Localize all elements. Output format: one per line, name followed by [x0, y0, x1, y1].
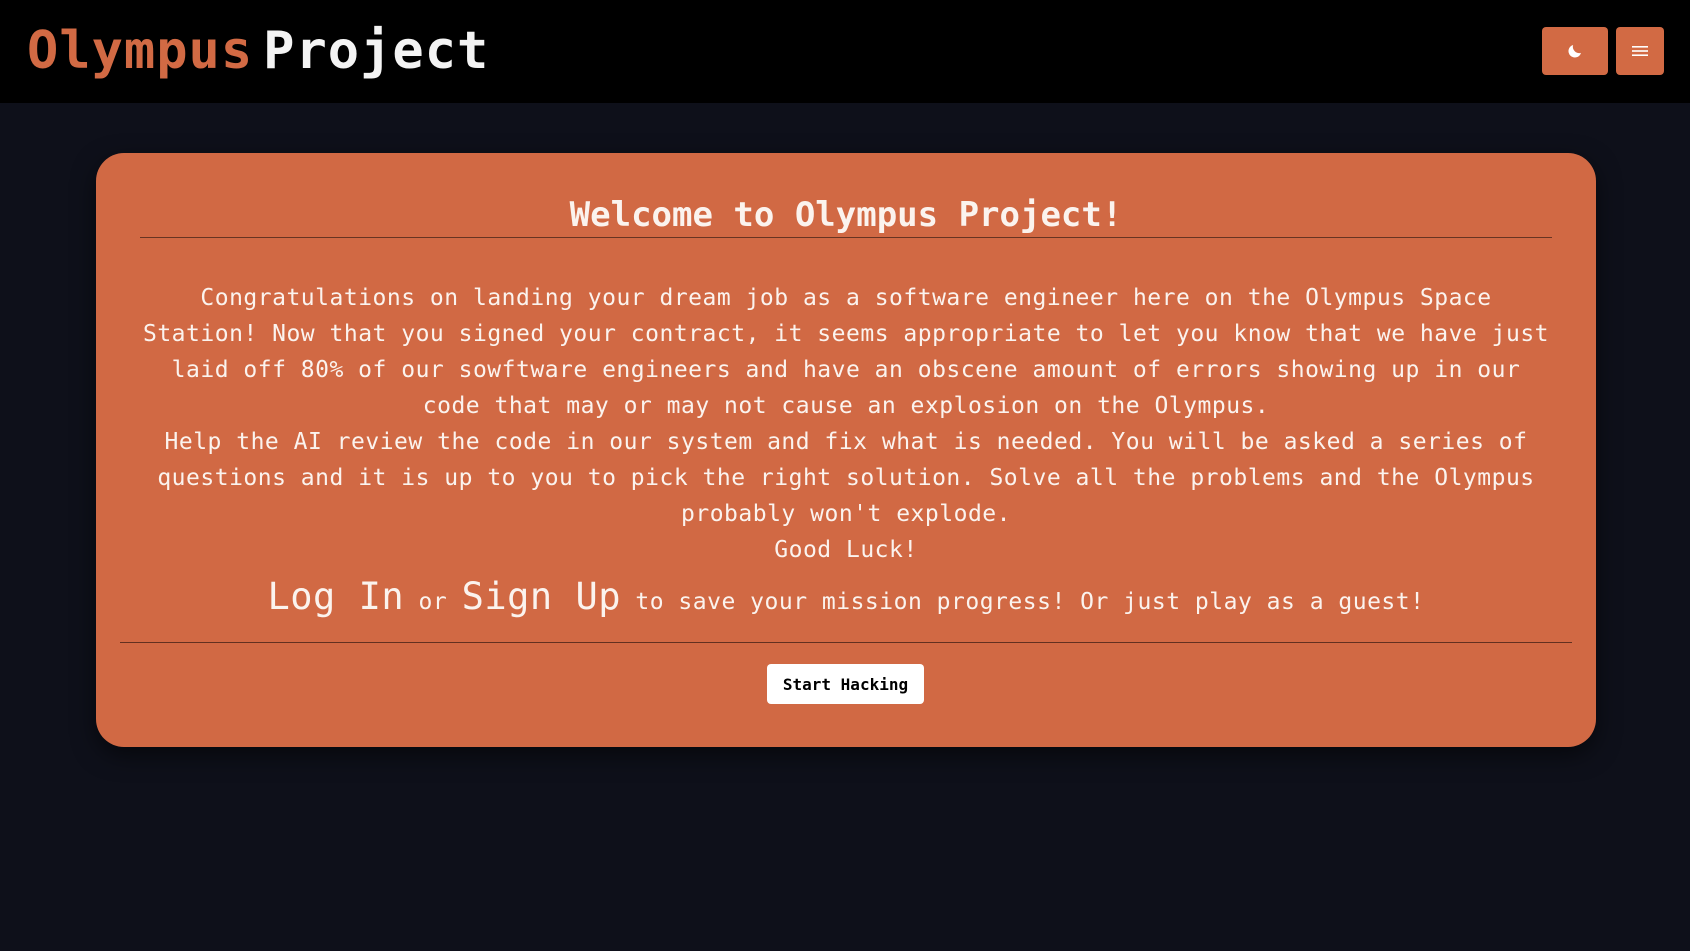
theme-toggle-button[interactable]	[1542, 27, 1608, 75]
divider	[120, 642, 1572, 643]
or-text: or	[418, 589, 448, 615]
login-link[interactable]: Log In	[268, 575, 405, 618]
welcome-card: Welcome to Olympus Project! Congratulati…	[96, 153, 1596, 747]
brand-name-accent: Olympus	[27, 21, 254, 81]
instructions-paragraph: Help the AI review the code in our syste…	[157, 429, 1535, 527]
brand-name-rest: Project	[263, 21, 490, 81]
hamburger-menu-icon	[1632, 46, 1648, 56]
intro-paragraph: Congratulations on landing your dream jo…	[142, 285, 1550, 419]
navbar: Olympus Project	[0, 0, 1690, 103]
start-hacking-button[interactable]: Start Hacking	[767, 664, 924, 704]
auth-prompt: Log In or Sign Up to save your mission p…	[120, 573, 1572, 626]
brand-logo[interactable]: Olympus Project	[27, 21, 489, 81]
moon-icon	[1568, 45, 1581, 58]
signup-link[interactable]: Sign Up	[462, 575, 621, 618]
menu-button[interactable]	[1616, 27, 1664, 75]
auth-suffix-text: to save your mission progress! Or just p…	[635, 589, 1425, 615]
good-luck-text: Good Luck!	[774, 537, 918, 563]
intro-text: Congratulations on landing your dream jo…	[140, 280, 1552, 568]
welcome-title: Welcome to Olympus Project!	[140, 193, 1552, 238]
